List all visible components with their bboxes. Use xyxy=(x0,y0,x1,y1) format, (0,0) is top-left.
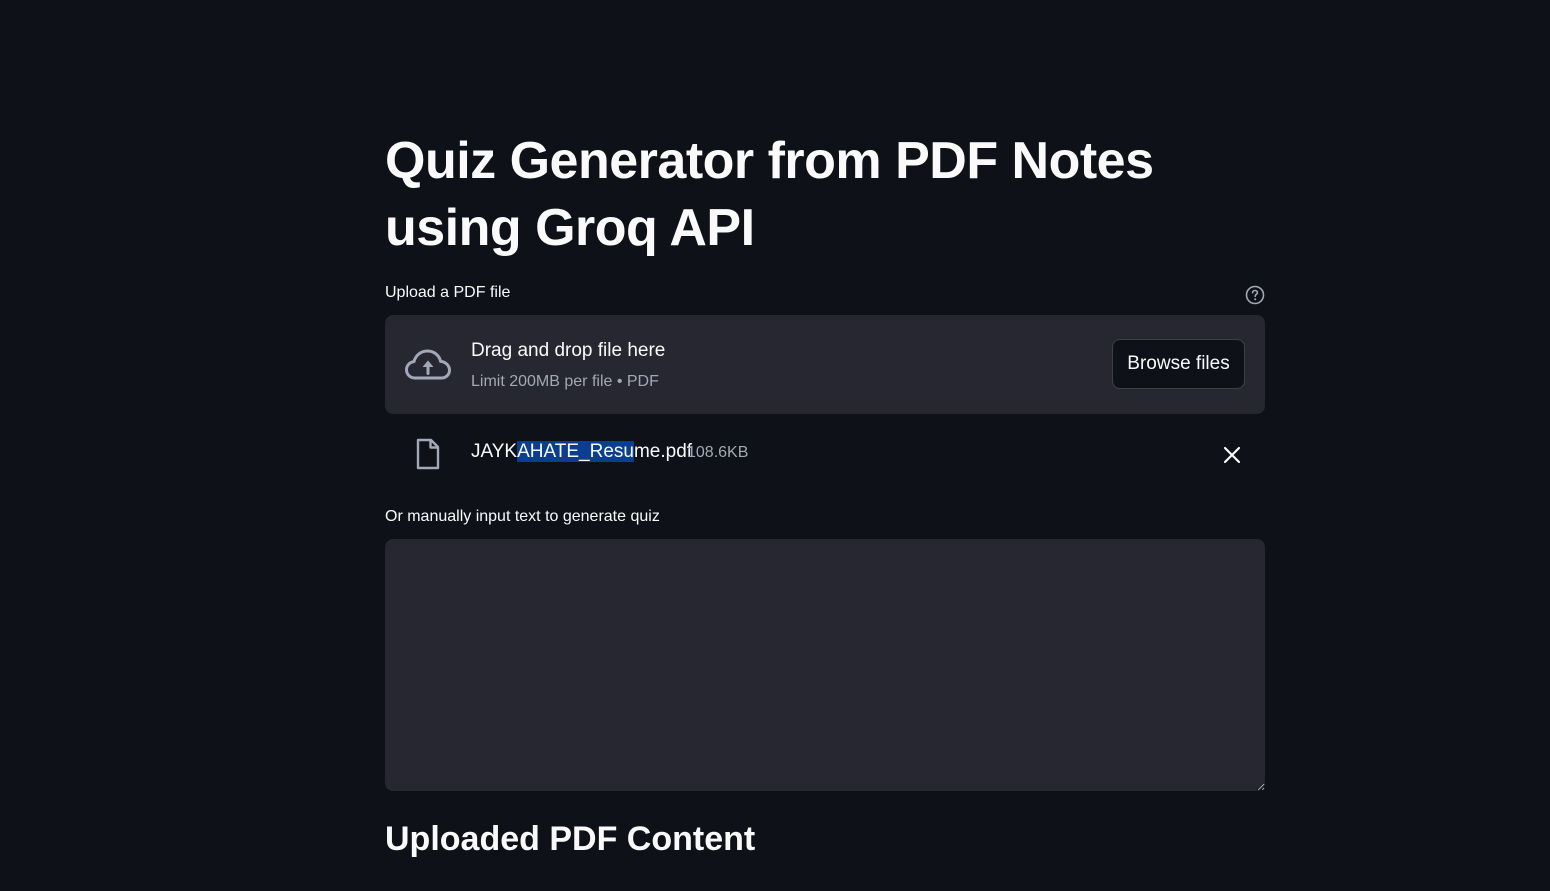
file-dropzone[interactable]: Drag and drop file here Limit 200MB per … xyxy=(385,315,1265,414)
remove-file-button[interactable] xyxy=(1219,442,1245,468)
page-title: Quiz Generator from PDF Notes using Groq… xyxy=(385,132,1154,257)
file-name-part: JAYK xyxy=(471,441,518,462)
uploaded-file-size: 108.6KB xyxy=(687,444,749,461)
cloud-upload-icon xyxy=(405,349,451,380)
manual-input-label: Or manually input text to generate quiz xyxy=(385,508,660,525)
uploaded-file-name: JAYKAHATE_Resume.pdf xyxy=(471,441,692,463)
uploaded-content-heading: Uploaded PDF Content xyxy=(385,820,756,858)
browse-files-button[interactable]: Browse files xyxy=(1112,339,1245,389)
dropzone-title: Drag and drop file here xyxy=(471,340,666,361)
upload-label: Upload a PDF file xyxy=(385,284,511,301)
manual-text-input[interactable] xyxy=(385,539,1265,791)
file-name-part: me.pdf xyxy=(633,441,693,462)
file-name-selected-part: AHATE_Resu xyxy=(517,441,634,462)
question-circle-icon[interactable] xyxy=(1245,285,1265,305)
uploaded-file-row: JAYKAHATE_Resume.pdf 108.6KB xyxy=(385,430,1265,476)
dropzone-limit: Limit 200MB per file • PDF xyxy=(471,373,659,390)
close-icon xyxy=(1223,446,1241,464)
file-icon xyxy=(416,438,440,470)
